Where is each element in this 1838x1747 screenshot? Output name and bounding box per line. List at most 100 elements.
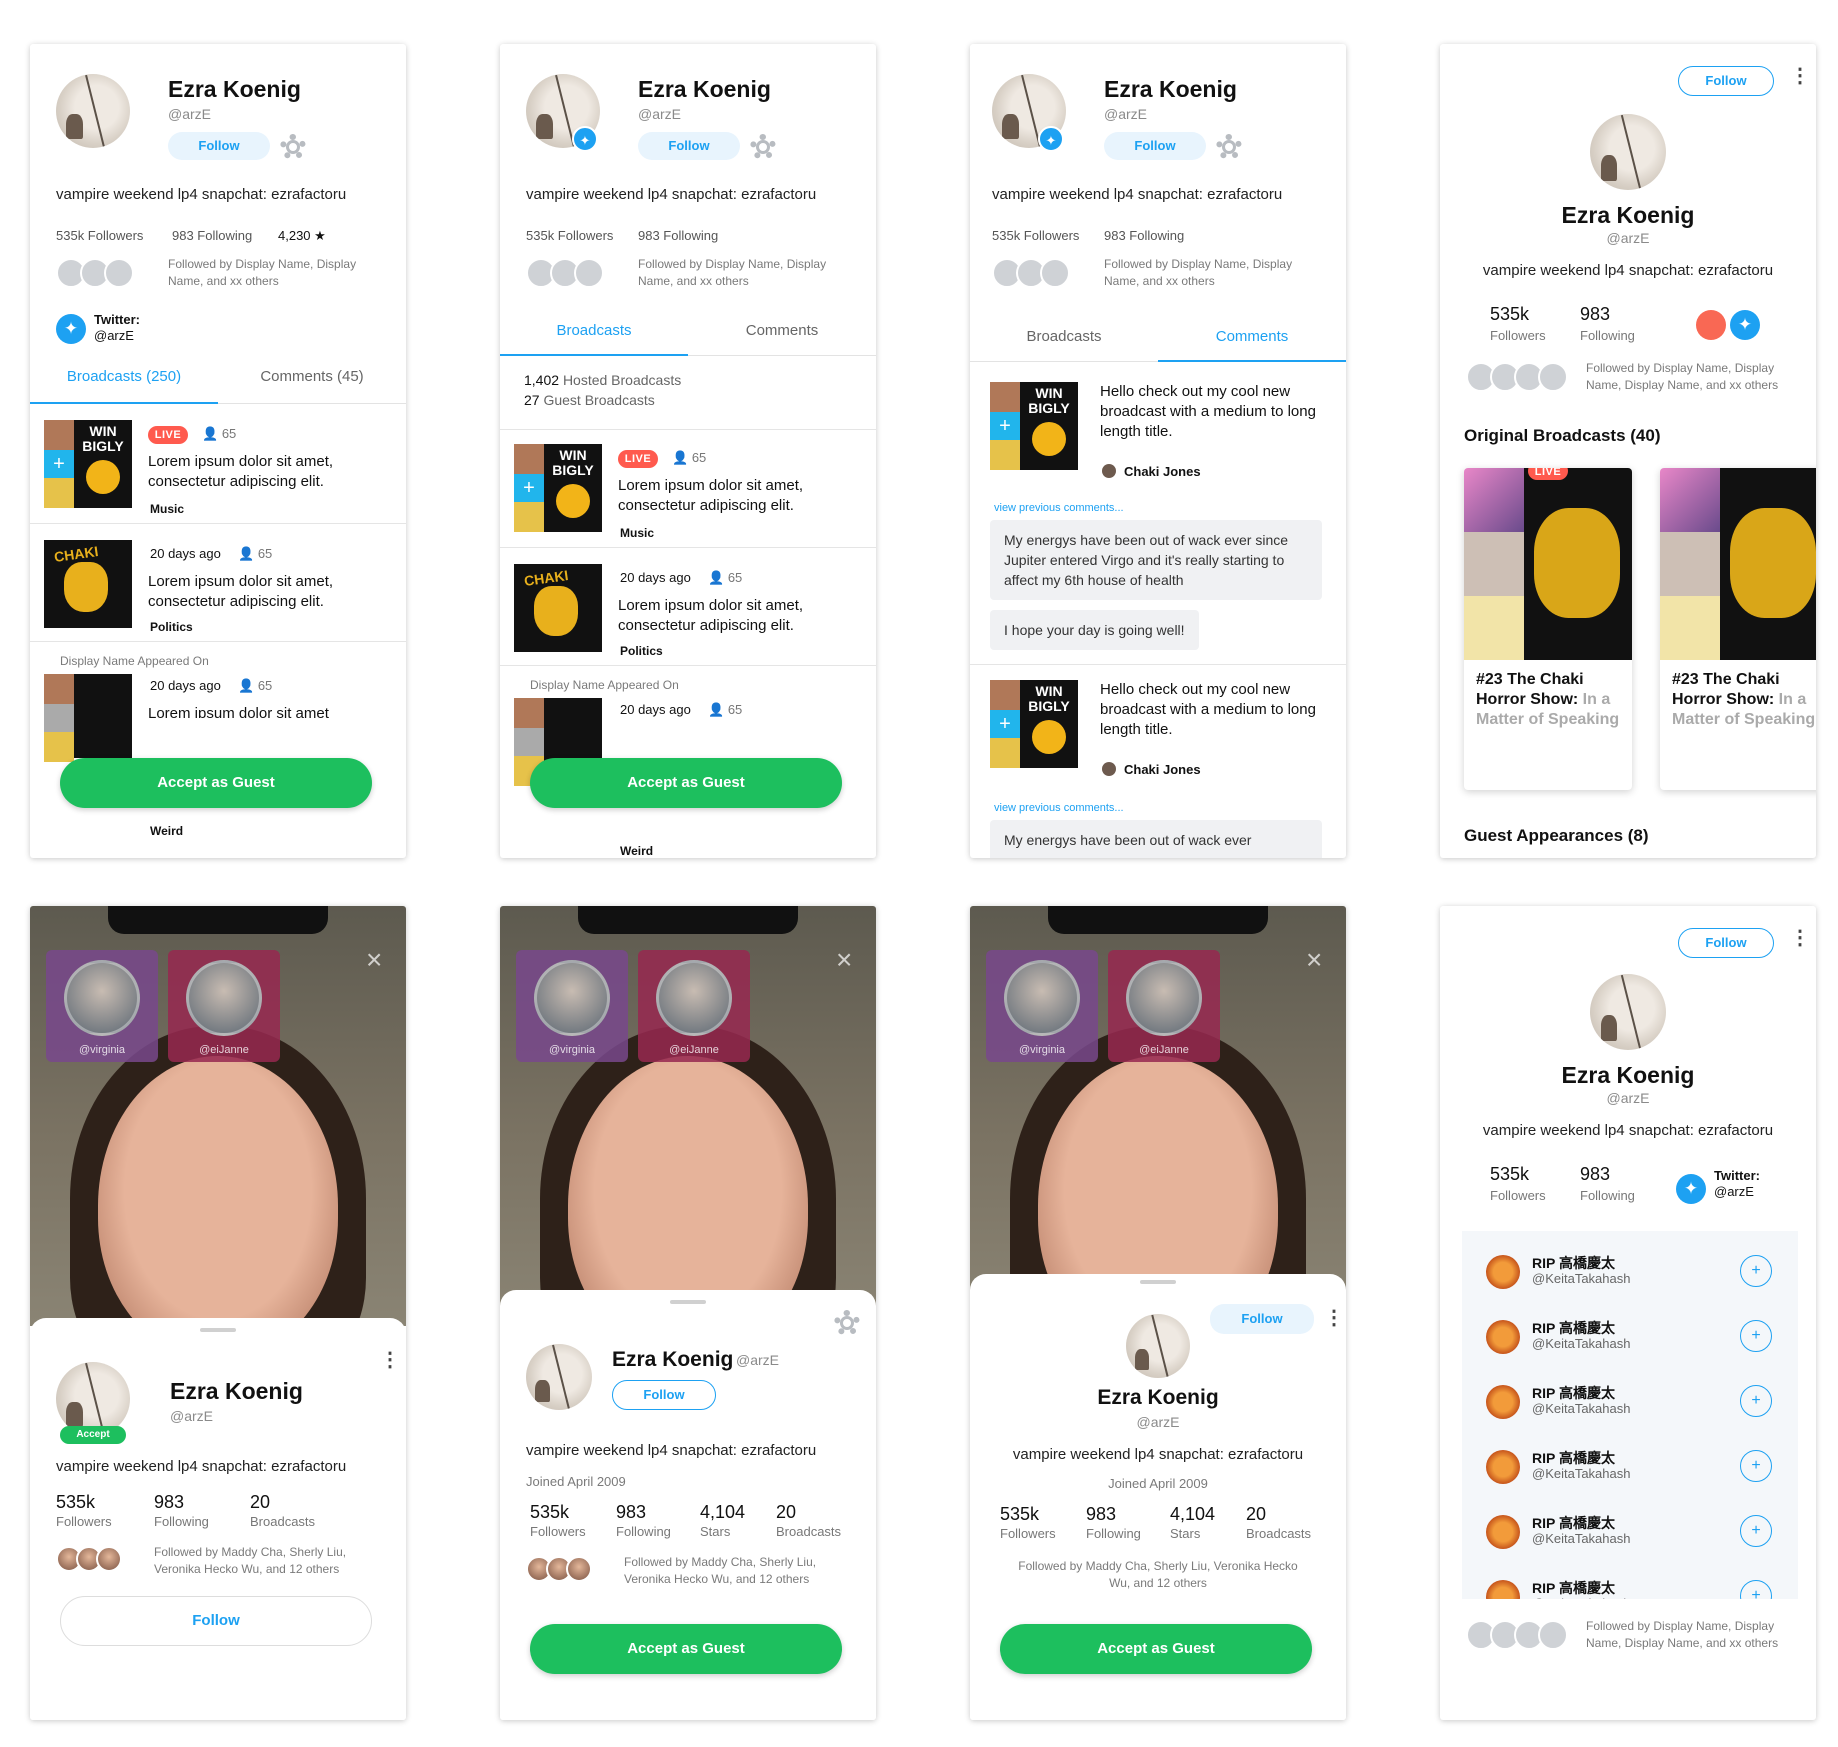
add-user-icon[interactable]: + [1740,1515,1772,1547]
tab-comments[interactable]: Comments (45) [218,368,406,385]
followers-stat[interactable]: 535k Followers [526,228,613,243]
twitter-icon[interactable]: ✦ [1730,310,1760,340]
accept-as-guest-button[interactable]: Accept as Guest [1000,1624,1312,1674]
follow-button[interactable]: Follow [612,1380,716,1410]
add-user-icon[interactable]: + [1740,1255,1772,1287]
avatar[interactable] [56,74,130,148]
avatar[interactable] [1126,1314,1190,1378]
broadcast-row[interactable]: + WIN BIGLY LIVE 👤 65 Lorem ipsum dolor … [500,430,876,548]
avatar[interactable] [526,1344,592,1410]
accept-as-guest-button[interactable]: Accept as Guest [60,758,372,808]
following-count[interactable]: 983 [1580,1164,1610,1185]
avatar[interactable] [1486,1255,1520,1289]
followers-count[interactable]: 535k [56,1492,95,1513]
patreon-icon[interactable] [1696,310,1726,340]
following-count[interactable]: 983 [1580,304,1610,325]
comment-broadcast-title[interactable]: Hello check out my cool new broadcast wi… [1100,382,1320,442]
avatar[interactable] [1486,1320,1520,1354]
following-count[interactable]: 983 [616,1502,646,1523]
list-item[interactable]: RIP 高橋慶太@KeitaTakahash + [1462,1377,1798,1442]
tab-comments[interactable]: Comments [688,322,876,339]
guest-tile-eijanne[interactable]: @eiJanne [638,950,750,1062]
twitter-icon[interactable]: ✦ [56,314,86,344]
guest-tile-virginia[interactable]: @virginia [516,950,628,1062]
comment-broadcast-title[interactable]: Hello check out my cool new broadcast wi… [1100,680,1320,740]
following-count[interactable]: 983 [1086,1504,1116,1525]
avatar[interactable] [1486,1515,1520,1549]
close-icon[interactable]: × [836,946,852,974]
followers-list[interactable]: RIP 高橋慶太 @KeitaTakahash + RIP 高橋慶太 @KeitaTak… [1462,1231,1798,1599]
following-stat[interactable]: 983 Following [638,228,718,243]
accept-as-guest-button[interactable]: Accept as Guest [530,1624,842,1674]
broadcast-row[interactable]: CHAKI 20 days ago 👤 65 Lorem ipsum dolor… [500,548,876,666]
guest-tile-eijanne[interactable]: @eiJanne [168,950,280,1062]
twitter-icon[interactable]: ✦ [1676,1174,1706,1204]
list-item[interactable]: RIP 高橋慶太@KeitaTakahash + [1462,1442,1798,1507]
list-item[interactable]: RIP 高橋慶太@KeitaTakahash + [1462,1247,1798,1312]
list-item[interactable]: RIP 高橋慶太@KeitaTakahash + [1462,1507,1798,1572]
view-previous-comments-link[interactable]: view previous comments... [994,502,1124,514]
accept-as-guest-button[interactable]: Accept as Guest [530,758,842,808]
broadcasts-count[interactable]: 20 [776,1502,796,1523]
tab-broadcasts[interactable]: Broadcasts [970,328,1158,345]
close-icon[interactable]: × [1306,946,1322,974]
follow-button[interactable]: Follow [60,1596,372,1646]
following-stat[interactable]: 983 Following [172,228,252,243]
add-user-icon[interactable]: + [1740,1580,1772,1599]
following-count[interactable]: 983 [154,1492,184,1513]
comment-author[interactable]: Chaki Jones [1102,762,1201,777]
tab-broadcasts[interactable]: Broadcasts [500,322,688,339]
follow-button[interactable]: Follow [1104,132,1206,160]
list-item[interactable]: RIP 高橋慶太@KeitaTakahash + [1462,1572,1798,1599]
gear-icon[interactable] [750,134,776,160]
follow-button[interactable]: Follow [1678,66,1774,96]
guest-tile-virginia[interactable]: @virginia [46,950,158,1062]
view-previous-comments-link[interactable]: view previous comments... [994,802,1124,814]
avatar[interactable] [1486,1450,1520,1484]
avatar[interactable] [56,1362,130,1436]
tab-comments[interactable]: Comments [1158,328,1346,345]
more-options-icon[interactable]: ⋮ [1790,928,1810,948]
broadcasts-count[interactable]: 20 [1246,1504,1266,1525]
avatar[interactable] [1590,974,1666,1050]
add-user-icon[interactable]: + [1740,1385,1772,1417]
gear-icon[interactable] [834,1310,860,1336]
close-icon[interactable]: × [366,946,382,974]
tab-broadcasts[interactable]: Broadcasts (250) [30,368,218,385]
broadcast-tile[interactable]: #23 The Chaki Horror Show: In a Matter o… [1660,468,1816,790]
broadcast-tile[interactable]: LIVE #23 The Chaki Horror Show: In a Mat… [1464,468,1632,790]
following-stat[interactable]: 983 Following [1104,228,1184,243]
broadcasts-count[interactable]: 20 [250,1492,270,1513]
broadcast-row[interactable]: + WIN BIGLY LIVE 👤 65 Lorem ipsum dolor … [30,406,406,524]
more-options-icon[interactable]: ⋮ [380,1350,400,1370]
avatar[interactable] [1590,114,1666,190]
list-item[interactable]: RIP 高橋慶太@KeitaTakahash + [1462,1312,1798,1377]
followers-stat[interactable]: 535k Followers [56,228,143,243]
guest-tile-eijanne[interactable]: @eiJanne [1108,950,1220,1062]
followers-count[interactable]: 535k [1490,1164,1529,1185]
follow-button[interactable]: Follow [638,132,740,160]
followers-count[interactable]: 535k [530,1502,569,1523]
twitter-handle[interactable]: @arzE [94,328,134,343]
avatar[interactable] [1486,1385,1520,1419]
accept-button[interactable]: Accept [60,1426,126,1444]
drag-handle[interactable] [200,1328,236,1332]
broadcast-row[interactable]: CHAKI 20 days ago 👤 65 Lorem ipsum dolor… [30,524,406,642]
followers-stat[interactable]: 535k Followers [992,228,1079,243]
gear-icon[interactable] [1216,134,1242,160]
follow-button[interactable]: Follow [1210,1304,1314,1334]
followers-count[interactable]: 535k [1000,1504,1039,1525]
drag-handle[interactable] [670,1300,706,1304]
guest-tile-virginia[interactable]: @virginia [986,950,1098,1062]
add-user-icon[interactable]: + [1740,1320,1772,1352]
follow-button[interactable]: Follow [168,132,270,160]
more-options-icon[interactable]: ⋮ [1324,1308,1344,1328]
follow-button[interactable]: Follow [1678,928,1774,958]
gear-icon[interactable] [280,134,306,160]
twitter-handle[interactable]: @arzE [1714,1184,1754,1199]
avatar[interactable] [1486,1580,1520,1599]
more-options-icon[interactable]: ⋮ [1790,66,1810,86]
add-user-icon[interactable]: + [1740,1450,1772,1482]
followers-count[interactable]: 535k [1490,304,1529,325]
comment-author[interactable]: Chaki Jones [1102,464,1201,479]
